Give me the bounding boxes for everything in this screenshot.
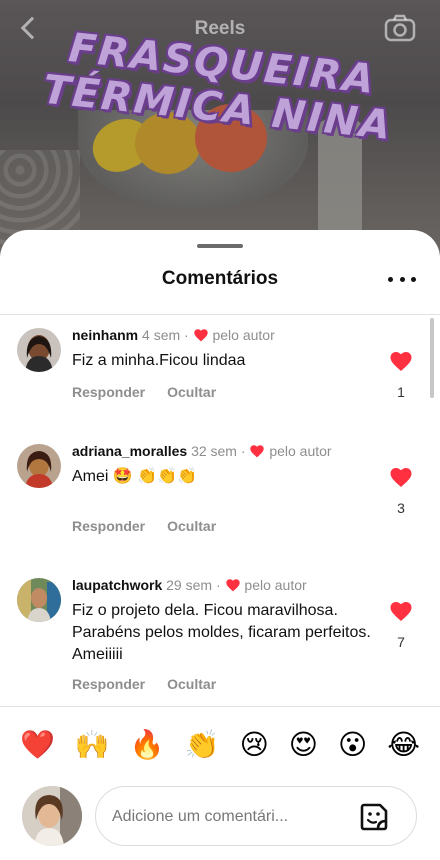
reels-top-bar: Reels [0,10,440,50]
hide-button[interactable]: Ocultar [167,384,216,400]
reel-background: FRASQUEIRA TÉRMICA NINA Reels [0,0,440,260]
avatar[interactable] [17,444,61,488]
comment-meta: laupatchwork 29 sem · pelo autor [72,577,307,593]
comment-text: Amei 🤩 👏👏👏 [72,468,198,485]
comments-sheet: Comentários neinhanm 4 sem · pelo autor … [0,230,440,860]
reels-title: Reels [194,18,246,39]
comment-time: 4 sem [142,327,181,343]
comment-input-container [95,786,417,846]
comment-actions: Responder Ocultar [72,384,238,400]
comment-time: 29 sem [166,577,213,593]
camera-icon[interactable] [384,14,416,42]
comment-text: Fiz o projeto dela. Ficou maravilhosa. P… [72,602,371,663]
comment-body: laupatchwork 29 sem · pelo autor Fiz o p… [72,576,382,666]
comment-actions: Responder Ocultar [72,518,238,534]
sheet-grabber[interactable] [197,244,243,248]
composer-divider [0,706,440,707]
author-like-label: pelo autor [244,577,307,593]
author-heart-icon [193,329,208,342]
reply-button[interactable]: Responder [72,676,145,692]
sticker-icon[interactable] [358,801,390,833]
hide-button[interactable]: Ocultar [167,676,216,692]
avatar[interactable] [17,328,61,372]
like-count: 7 [397,634,405,650]
comment-meta: neinhanm 4 sem · pelo autor [72,327,275,343]
scrollbar[interactable] [430,318,434,398]
emoji-clapping[interactable]: 👏 [185,731,220,759]
avatar[interactable] [17,578,61,622]
emoji-heart-eyes[interactable]: 😍 [289,731,318,759]
comment-body: adriana_moralles 32 sem · pelo autor Ame… [72,442,382,488]
reply-button[interactable]: Responder [72,518,145,534]
comment-text: Fiz a minha.Ficou lindaa [72,352,246,369]
like-heart-icon[interactable] [389,350,413,372]
emoji-surprised[interactable]: 😮 [338,731,367,759]
more-horizontal-icon[interactable] [388,274,416,284]
emoji-laughing[interactable]: 😂 [387,731,420,759]
comment-input[interactable] [112,805,352,829]
like-heart-icon[interactable] [389,600,413,622]
comment-time: 32 sem [191,443,237,459]
comment-meta: adriana_moralles 32 sem · pelo autor [72,443,332,459]
hide-button[interactable]: Ocultar [167,518,216,534]
my-avatar [22,786,82,846]
like-count: 1 [397,384,405,400]
emoji-raised-hands[interactable]: 🙌 [75,731,110,759]
reply-button[interactable]: Responder [72,384,145,400]
emoji-heart[interactable]: ❤️ [20,731,55,759]
comment-body: neinhanm 4 sem · pelo autor Fiz a minha.… [72,326,382,372]
emoji-crying[interactable]: 😢 [240,731,269,759]
emoji-reaction-bar: ❤️ 🙌 🔥 👏 😢 😍 😮 😂 [0,720,440,770]
comment-actions: Responder Ocultar [72,676,238,692]
comment-username[interactable]: adriana_moralles [72,443,187,459]
author-like-label: pelo autor [212,327,275,343]
header-divider [0,314,440,315]
author-heart-icon [225,579,240,592]
author-heart-icon [250,445,265,458]
emoji-fire[interactable]: 🔥 [130,731,165,759]
author-like-label: pelo autor [269,443,332,459]
comment-username[interactable]: laupatchwork [72,577,162,593]
sheet-title: Comentários [161,268,279,289]
like-heart-icon[interactable] [389,466,413,488]
comment-username[interactable]: neinhanm [72,327,138,343]
like-count: 3 [397,500,405,516]
